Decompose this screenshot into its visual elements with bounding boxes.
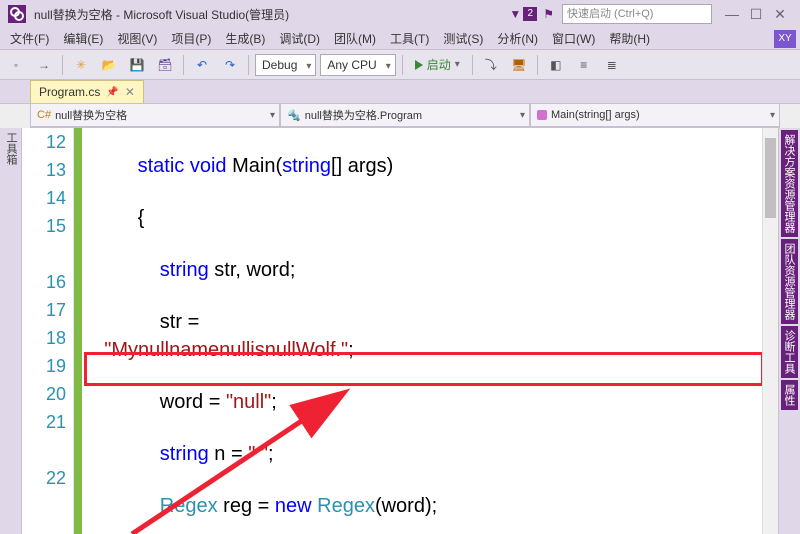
window-title: null替换为空格 - Microsoft Visual Studio(管理员) bbox=[34, 6, 289, 23]
save-button[interactable]: 💾 bbox=[125, 53, 149, 77]
dock-team-explorer[interactable]: 团队资源管理器 bbox=[781, 239, 798, 324]
tab-program-cs[interactable]: Program.cs 📌 ✕ bbox=[30, 80, 144, 103]
start-debug-button[interactable]: 启动▾ bbox=[409, 56, 466, 73]
close-button[interactable]: ✕ bbox=[768, 6, 792, 23]
tool-a-button[interactable]: ◧ bbox=[544, 53, 568, 77]
tab-close-button[interactable]: ✕ bbox=[125, 85, 135, 99]
config-combo[interactable]: Debug bbox=[255, 54, 316, 76]
nav-class-combo[interactable]: 🔩null替换为空格.Program bbox=[280, 104, 530, 127]
maximize-button[interactable]: ☐ bbox=[744, 6, 768, 23]
nav-method-combo[interactable]: Main(string[] args) bbox=[530, 104, 780, 127]
dock-diagnostics[interactable]: 诊断工具 bbox=[781, 326, 798, 378]
titlebar: null替换为空格 - Microsoft Visual Studio(管理员)… bbox=[0, 0, 800, 28]
document-tabs: Program.cs 📌 ✕ bbox=[0, 80, 800, 104]
vertical-scrollbar[interactable] bbox=[762, 128, 778, 534]
browser-button[interactable]: 🖥 bbox=[507, 53, 531, 77]
right-dock: 解决方案资源管理器 团队资源管理器 诊断工具 属性 bbox=[778, 128, 800, 534]
save-all-button[interactable]: 🗃 bbox=[153, 53, 177, 77]
tool-b-button[interactable]: ≡ bbox=[572, 53, 596, 77]
nav-fwd-button[interactable]: → bbox=[32, 53, 56, 77]
nav-namespace-combo[interactable]: C#null替换为空格 bbox=[30, 104, 280, 127]
notification-badge[interactable]: ▼2 bbox=[509, 7, 537, 21]
menu-window[interactable]: 窗口(W) bbox=[546, 28, 601, 49]
menu-team[interactable]: 团队(M) bbox=[328, 28, 382, 49]
redo-button[interactable]: ↷ bbox=[218, 53, 242, 77]
code-content[interactable]: static void Main(string[] args) { string… bbox=[82, 128, 762, 534]
modification-bar bbox=[74, 128, 82, 534]
platform-combo[interactable]: Any CPU bbox=[320, 54, 395, 76]
toolbar: ◦ → ✳ 📂 💾 🗃 ↶ ↷ Debug Any CPU 启动▾ ⤵ 🖥 ◧ … bbox=[0, 50, 800, 80]
nav-back-button[interactable]: ◦ bbox=[4, 53, 28, 77]
tab-label: Program.cs bbox=[39, 85, 100, 99]
dock-properties[interactable]: 属性 bbox=[781, 380, 798, 410]
new-project-button[interactable]: ✳ bbox=[69, 53, 93, 77]
pin-icon[interactable]: 📌 bbox=[106, 87, 118, 98]
menubar: 文件(F) 编辑(E) 视图(V) 项目(P) 生成(B) 调试(D) 团队(M… bbox=[0, 28, 800, 50]
menu-test[interactable]: 测试(S) bbox=[437, 28, 489, 49]
menu-view[interactable]: 视图(V) bbox=[111, 28, 163, 49]
menu-build[interactable]: 生成(B) bbox=[219, 28, 271, 49]
minimize-button[interactable]: — bbox=[720, 6, 744, 22]
annotation-highlight bbox=[84, 352, 764, 386]
menu-file[interactable]: 文件(F) bbox=[4, 28, 55, 49]
menu-tools[interactable]: 工具(T) bbox=[384, 28, 435, 49]
quick-launch-input[interactable]: 快速启动 (Ctrl+Q) bbox=[562, 4, 712, 24]
step-button[interactable]: ⤵ bbox=[479, 53, 503, 77]
menu-analyze[interactable]: 分析(N) bbox=[491, 28, 544, 49]
tool-c-button[interactable]: ≣ bbox=[600, 53, 624, 77]
menu-debug[interactable]: 调试(D) bbox=[273, 28, 326, 49]
vs-logo-icon bbox=[8, 5, 26, 23]
code-navbar: C#null替换为空格 🔩null替换为空格.Program Main(stri… bbox=[30, 104, 780, 128]
menu-edit[interactable]: 编辑(E) bbox=[57, 28, 109, 49]
feedback-icon[interactable]: ⚑ bbox=[543, 7, 554, 21]
left-dock-toolbox[interactable]: 工具箱 bbox=[0, 128, 22, 534]
dock-solution-explorer[interactable]: 解决方案资源管理器 bbox=[781, 130, 798, 237]
menu-project[interactable]: 项目(P) bbox=[165, 28, 217, 49]
code-editor[interactable]: 12 13 14 15 16 17 18 19 20 21 22 static … bbox=[22, 128, 778, 534]
line-numbers: 12 13 14 15 16 17 18 19 20 21 22 bbox=[22, 128, 74, 520]
user-badge[interactable]: XY bbox=[774, 30, 796, 48]
undo-button[interactable]: ↶ bbox=[190, 53, 214, 77]
menu-help[interactable]: 帮助(H) bbox=[603, 28, 656, 49]
open-button[interactable]: 📂 bbox=[97, 53, 121, 77]
